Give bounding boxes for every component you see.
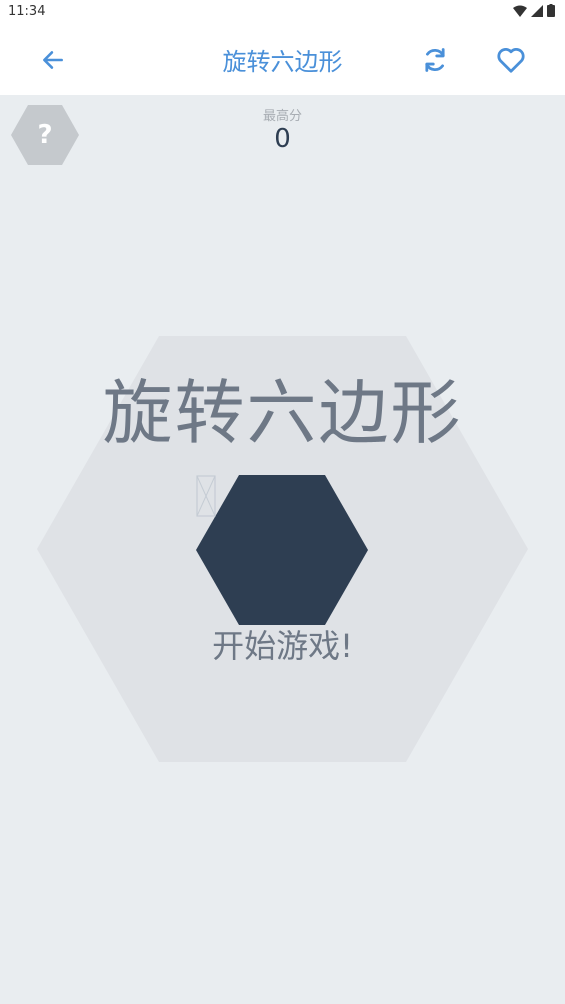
status-time: 11:34 bbox=[8, 4, 46, 19]
refresh-icon bbox=[425, 48, 445, 72]
score-value: 0 bbox=[274, 124, 291, 154]
game-title: 旋转六边形 bbox=[102, 372, 463, 454]
app-bar: 旋转六边形 bbox=[0, 24, 565, 95]
game-area: ? 最高分 0 旋转六边形 开始游戏! bbox=[0, 95, 565, 1004]
signal-icon bbox=[531, 4, 543, 17]
heart-icon bbox=[497, 48, 525, 73]
start-label[interactable]: 开始游戏! bbox=[0, 621, 565, 667]
wifi-icon bbox=[513, 5, 527, 17]
refresh-button[interactable] bbox=[411, 36, 459, 84]
start-hexagon bbox=[196, 475, 368, 625]
score-label: 最高分 bbox=[262, 109, 302, 124]
app-title: 旋转六边形 bbox=[222, 48, 343, 76]
play-icon bbox=[196, 475, 216, 517]
start-button[interactable] bbox=[196, 475, 368, 625]
favorite-button[interactable] bbox=[487, 36, 535, 84]
status-icons bbox=[513, 4, 555, 17]
battery-icon bbox=[547, 4, 555, 17]
status-bar: 11:34 bbox=[0, 0, 565, 24]
high-score: 最高分 0 bbox=[0, 105, 565, 154]
